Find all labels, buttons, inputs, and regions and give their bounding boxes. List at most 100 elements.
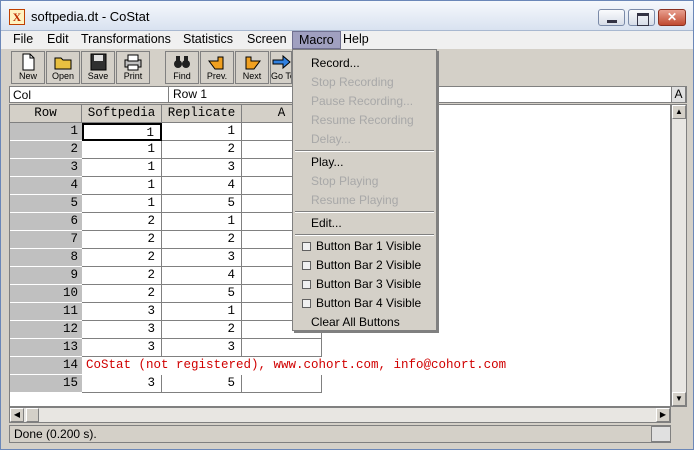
next-label: Next [242,71,262,81]
save-button[interactable]: Save [81,51,115,84]
scroll-down-button[interactable]: ▼ [672,392,686,406]
table-cell[interactable]: 5 [162,375,242,393]
row-number[interactable]: 4 [10,177,82,195]
row-number[interactable]: 3 [10,159,82,177]
hand-left-icon [208,56,224,70]
table-cell[interactable] [242,339,322,357]
table-cell[interactable]: 4 [162,177,242,195]
menuitem-resume-recording: Resume Recording [311,113,414,127]
new-document-icon [22,53,35,71]
table-cell[interactable]: 1 [82,195,162,213]
printer-icon [124,54,142,71]
row-number[interactable]: 12 [10,321,82,339]
menuitem-delay: Delay... [311,132,351,146]
title-bar[interactable]: X softpedia.dt - CoStat [1,1,693,31]
menuitem-resume-playing: Resume Playing [311,193,399,207]
table-cell[interactable]: 1 [162,303,242,321]
row-number[interactable]: 13 [10,339,82,357]
table-cell[interactable]: 1 [82,177,162,195]
open-button[interactable]: Open [46,51,80,84]
checkbox-icon [302,242,311,251]
menuitem-clear-all-buttons[interactable]: Clear All Buttons [293,313,436,332]
row-number[interactable]: 1 [10,123,82,141]
table-cell[interactable]: 3 [82,375,162,393]
row-number[interactable]: 10 [10,285,82,303]
menuitem-button-bar-4[interactable]: Button Bar 4 Visible [293,294,436,313]
table-cell[interactable]: 3 [82,303,162,321]
table-cell[interactable]: 3 [82,339,162,357]
table-cell[interactable]: 2 [82,285,162,303]
vertical-scrollbar[interactable]: ▲ ▼ [671,104,687,407]
resize-grip[interactable] [651,426,671,442]
menu-transformations[interactable]: Transformations [75,31,177,49]
menuitem-record[interactable]: Record... [293,54,436,73]
goto-button[interactable]: Go To [270,51,292,84]
prev-label: Prev. [206,71,228,81]
table-cell[interactable]: 3 [162,339,242,357]
menu-help[interactable]: Help [337,31,375,49]
table-cell[interactable]: 2 [82,213,162,231]
open-folder-icon [54,57,72,70]
scroll-right-button[interactable]: ▶ [656,408,670,422]
menuitem-play[interactable]: Play... [293,153,436,172]
next-button[interactable]: Next [235,51,269,84]
table-cell[interactable]: 1 [82,159,162,177]
prev-button[interactable]: Prev. [200,51,234,84]
row-number[interactable]: 14 [10,357,82,375]
row-number[interactable]: 6 [10,213,82,231]
minimize-button[interactable] [598,9,625,26]
maximize-button[interactable] [628,9,655,26]
table-cell[interactable]: 1 [162,213,242,231]
table-cell[interactable]: 1 [82,141,162,159]
table-cell[interactable]: 2 [162,321,242,339]
close-button[interactable] [658,9,686,26]
table-cell[interactable]: 3 [162,159,242,177]
scroll-left-button[interactable]: ◀ [10,408,24,422]
table-cell[interactable]: 2 [162,141,242,159]
row-number[interactable]: 15 [10,375,82,393]
menu-file[interactable]: File [7,31,39,49]
row-number[interactable]: 9 [10,267,82,285]
menu-macro[interactable]: Macro [292,31,341,49]
col-field-label: Col [13,88,32,102]
header-replicate[interactable]: Replicate [162,105,242,123]
scroll-up-button[interactable]: ▲ [672,105,686,119]
table-cell[interactable]: 3 [162,249,242,267]
table-cell[interactable] [242,375,322,393]
costat-app-icon: X [9,9,25,25]
table-cell[interactable]: 2 [162,231,242,249]
table-cell[interactable]: 5 [162,195,242,213]
menuitem-edit[interactable]: Edit... [293,214,436,233]
save-disk-icon [90,53,107,71]
menu-screen[interactable]: Screen [241,31,293,49]
row-number[interactable]: 2 [10,141,82,159]
new-label: New [18,71,37,81]
print-button[interactable]: Print [116,51,150,84]
menuitem-button-bar-1[interactable]: Button Bar 1 Visible [293,237,436,256]
horizontal-scrollbar[interactable]: ◀ ▶ [9,407,671,423]
table-cell[interactable]: 1 [82,123,162,141]
header-row[interactable]: Row [10,105,82,123]
cellbar-a-button[interactable]: A [671,86,686,103]
row-number[interactable]: 11 [10,303,82,321]
row-field-label: Row 1 [173,87,208,101]
table-cell[interactable]: 2 [82,267,162,285]
table-cell[interactable]: 3 [82,321,162,339]
table-cell[interactable]: 2 [82,231,162,249]
new-button[interactable]: New [11,51,45,84]
row-number[interactable]: 8 [10,249,82,267]
find-button[interactable]: Find [165,51,199,84]
menu-statistics[interactable]: Statistics [177,31,239,49]
menu-edit[interactable]: Edit [41,31,75,49]
table-cell[interactable]: 4 [162,267,242,285]
scroll-thumb[interactable] [26,408,39,422]
header-softpedia[interactable]: Softpedia [82,105,162,123]
table-cell[interactable]: 1 [162,123,242,141]
table-cell[interactable]: 2 [82,249,162,267]
menuitem-button-bar-3[interactable]: Button Bar 3 Visible [293,275,436,294]
row-number[interactable]: 5 [10,195,82,213]
registration-notice: CoStat (not registered), www.cohort.com,… [86,358,507,372]
menuitem-button-bar-2[interactable]: Button Bar 2 Visible [293,256,436,275]
row-number[interactable]: 7 [10,231,82,249]
table-cell[interactable]: 5 [162,285,242,303]
